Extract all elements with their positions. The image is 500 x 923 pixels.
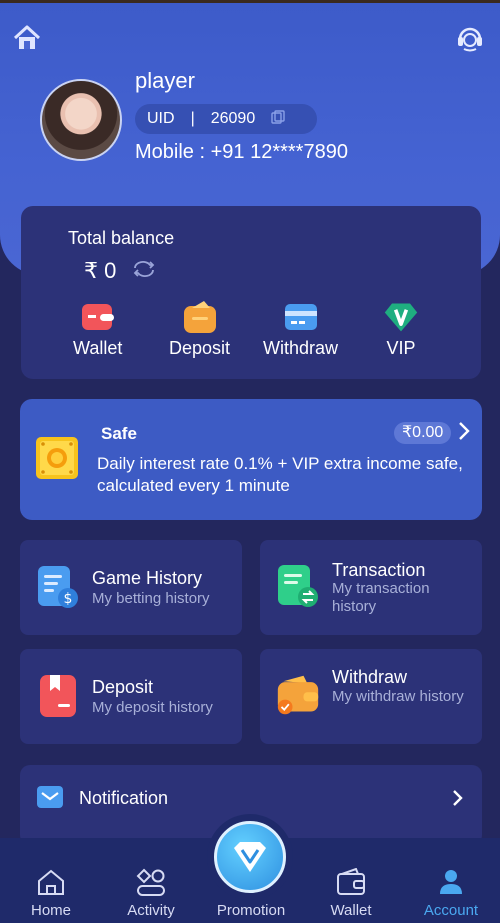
svg-text:$: $ [64,591,73,607]
nav-promotion-label: Promotion [216,902,286,919]
deposit-button[interactable]: Deposit [169,300,230,359]
deposit-history-tile[interactable]: Deposit My deposit history [20,649,242,744]
nav-home[interactable]: Home [1,838,101,923]
vip-label: VIP [386,338,416,358]
game-history-tile[interactable]: $ Game History My betting history [20,540,242,635]
wallet-icon [80,300,116,334]
chevron-right-icon[interactable] [457,419,471,448]
safe-amount-badge: ₹0.00 [394,422,452,444]
uid-label: UID [147,110,175,127]
withdraw-label: Withdraw [263,338,339,358]
customer-service-icon[interactable] [454,22,486,54]
username: player [135,68,195,93]
nav-wallet[interactable]: Wallet [301,838,401,923]
uid-value: 26090 [210,110,256,127]
nav-account-label: Account [423,902,479,919]
safe-title: Safe [101,424,137,443]
uid-badge: UID | 26090 [135,104,317,134]
nav-account[interactable]: Account [401,838,500,923]
wallet-label: Wallet [73,338,123,358]
withdraw-history-icon [276,673,320,717]
avatar[interactable] [40,79,122,161]
mail-icon [36,785,64,814]
game-history-title: Game History [92,568,203,588]
withdraw-history-tile[interactable]: Withdraw My withdraw history [260,649,482,744]
withdraw-history-title: Withdraw [332,667,408,687]
promotion-icon [214,821,286,893]
game-history-icon: $ [36,565,80,609]
deposit-history-subtitle: My deposit history [92,699,213,716]
home-icon[interactable] [12,24,42,52]
safe-description: Daily interest rate 0.1% + VIP extra inc… [97,454,463,495]
deposit-history-icon [36,674,80,718]
notification-label: Notification [79,788,169,808]
balance-card: Total balance ₹ 0 Wallet Deposit Withdra… [21,206,481,379]
wallet-icon [336,867,366,901]
deposit-history-title: Deposit [92,677,154,697]
wallet-button[interactable]: Wallet [73,300,122,359]
transaction-tile[interactable]: Transaction My transaction history [260,540,482,635]
account-icon [437,868,465,901]
safe-card[interactable]: Safe ₹0.00 Daily interest rate 0.1% + VI… [20,399,482,520]
promotion-button[interactable] [207,814,293,900]
total-balance-value: ₹ 0 [84,258,117,283]
transaction-subtitle: My transaction history [332,580,430,615]
withdraw-history-subtitle: My withdraw history [332,688,464,705]
game-history-subtitle: My betting history [92,590,210,607]
total-balance-label: Total balance [68,228,175,248]
copy-icon[interactable] [271,109,285,129]
safe-icon [34,435,80,481]
uid-separator: | [190,110,195,127]
vip-icon [383,300,419,334]
nav-wallet-label: Wallet [330,902,372,919]
total-balance-value-row: ₹ 0 [84,258,156,284]
vip-button[interactable]: VIP [383,300,419,359]
transaction-icon [276,564,320,608]
chevron-right-icon[interactable] [450,787,464,814]
activity-icon [136,868,166,901]
nav-activity[interactable]: Activity [101,838,201,923]
transaction-title: Transaction [332,560,426,580]
nav-home-label: Home [30,902,71,919]
withdraw-icon [283,300,319,334]
withdraw-button[interactable]: Withdraw [263,300,338,359]
deposit-label: Deposit [169,338,231,358]
deposit-icon [182,300,218,334]
mobile-number: Mobile : +91 12****7890 [135,141,348,163]
home-icon [36,868,66,901]
refresh-icon[interactable] [132,258,156,284]
nav-activity-label: Activity [127,902,175,919]
